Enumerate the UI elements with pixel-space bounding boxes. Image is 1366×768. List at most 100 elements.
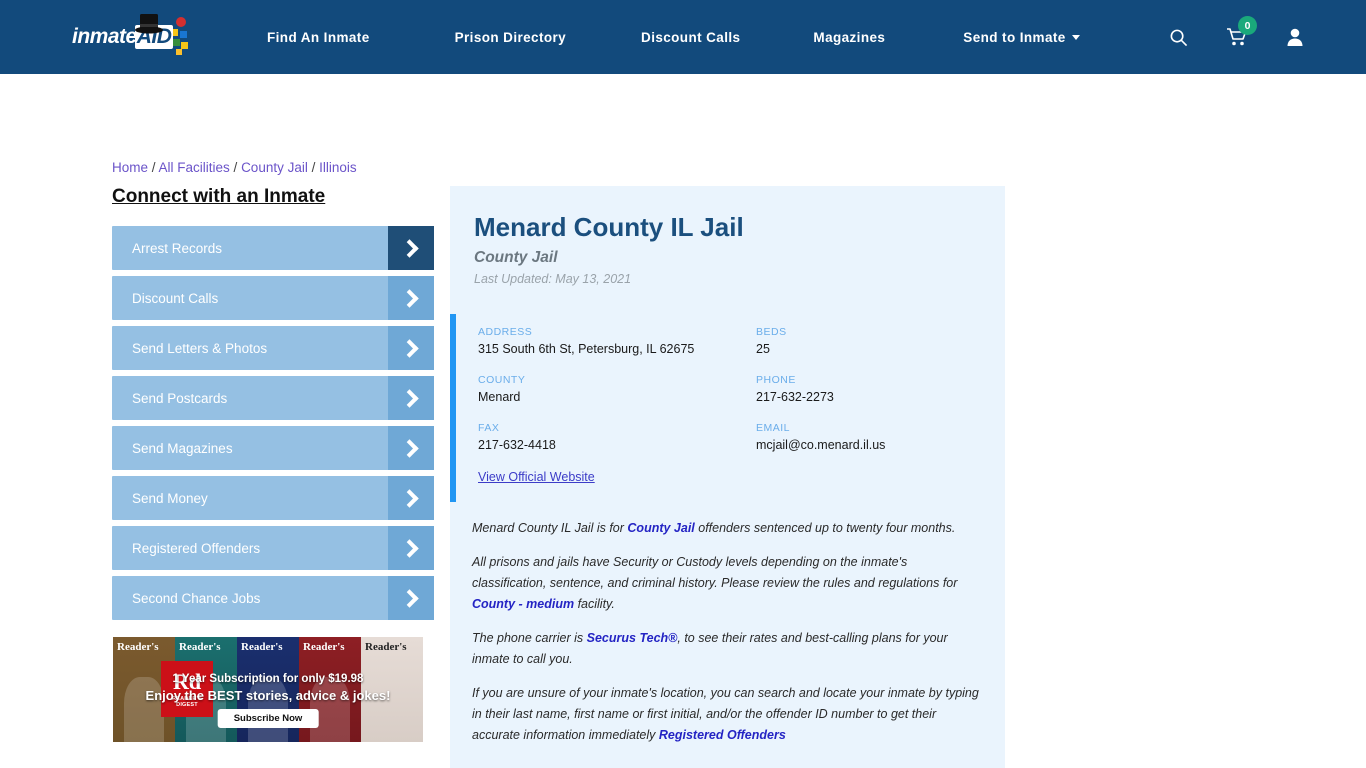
nav-item-prison-directory[interactable]: Prison Directory — [455, 30, 566, 45]
info-value: 217-632-4418 — [478, 438, 556, 452]
site-logo[interactable]: inmateAID — [72, 14, 192, 59]
info-value: mcjail@co.menard.il.us — [756, 438, 886, 452]
link-county-medium[interactable]: County - medium — [472, 597, 574, 611]
search-icon — [1170, 29, 1188, 46]
info-label: PHONE — [756, 374, 796, 386]
chevron-right-icon — [388, 276, 434, 320]
info-value: Menard — [478, 390, 521, 404]
account-button[interactable] — [1286, 27, 1304, 47]
info-field-beds: BEDS 25 — [756, 326, 1005, 356]
sidebar-item-label: Send Postcards — [132, 390, 228, 406]
header-icon-group: 0 — [1169, 0, 1304, 74]
breadcrumb-separator: / — [229, 160, 242, 175]
info-field-phone: PHONE 217-632-2273 — [756, 374, 1005, 404]
description-paragraph-4: If you are unsure of your inmate's locat… — [472, 683, 981, 746]
info-label: COUNTY — [478, 374, 526, 386]
search-button[interactable] — [1169, 28, 1188, 47]
sidebar-heading: Connect with an Inmate — [112, 186, 326, 207]
last-updated: Last Updated: May 13, 2021 — [474, 272, 632, 286]
link-securus-tech[interactable]: Securus Tech® — [587, 631, 678, 645]
nav-item-magazines[interactable]: Magazines — [813, 30, 885, 45]
sidebar-item-send-money[interactable]: Send Money — [112, 476, 434, 520]
main-navigation: Find An Inmate Prison Directory Discount… — [267, 30, 1080, 45]
nav-item-send-to-inmate[interactable]: Send to Inmate — [963, 29, 1080, 45]
breadcrumb-item-all-facilities[interactable]: All Facilities — [159, 160, 230, 175]
info-field-fax: FAX 217-632-4418 — [478, 422, 756, 452]
chevron-right-icon — [388, 576, 434, 620]
nav-item-find-an-inmate[interactable]: Find An Inmate — [267, 30, 370, 45]
main-content: Menard County IL Jail County Jail Last U… — [450, 186, 1005, 768]
ad-masthead: Reader's — [303, 641, 345, 653]
desc-text: Menard County IL Jail is for — [472, 521, 628, 535]
facility-info-block: ADDRESS 315 South 6th St, Petersburg, IL… — [450, 314, 1005, 502]
ad-subscribe-button[interactable]: Subscribe Now — [217, 709, 319, 728]
chevron-right-icon — [388, 426, 434, 470]
sidebar-item-label: Send Magazines — [132, 440, 233, 456]
info-value: 315 South 6th St, Petersburg, IL 62675 — [478, 342, 695, 356]
info-label: FAX — [478, 422, 500, 434]
description-paragraph-1: Menard County IL Jail is for County Jail… — [472, 518, 981, 539]
desc-text: The phone carrier is — [472, 631, 587, 645]
chevron-down-icon — [1071, 35, 1080, 41]
sidebar-item-label: Discount Calls — [132, 290, 219, 306]
sidebar: Connect with an Inmate Arrest Records Di… — [112, 186, 434, 626]
sidebar-item-second-chance-jobs[interactable]: Second Chance Jobs — [112, 576, 434, 620]
sidebar-item-arrest-records[interactable]: Arrest Records — [112, 226, 434, 270]
page-title: Menard County IL Jail — [474, 212, 744, 242]
sidebar-item-send-letters-photos[interactable]: Send Letters & Photos — [112, 326, 434, 370]
sidebar-item-label: Send Letters & Photos — [132, 340, 268, 356]
top-hat-icon — [135, 14, 163, 34]
page-body: Home / All Facilities / County Jail / Il… — [0, 74, 1366, 768]
sidebar-item-registered-offenders[interactable]: Registered Offenders — [112, 526, 434, 570]
site-header: inmateAID Find An Inmate Prison Director… — [0, 0, 1366, 74]
facility-panel: Menard County IL Jail County Jail Last U… — [450, 186, 1005, 768]
breadcrumb-item-county-jail[interactable]: County Jail — [241, 160, 308, 175]
link-county-jail[interactable]: County Jail — [627, 521, 694, 535]
sidebar-item-send-postcards[interactable]: Send Postcards — [112, 376, 434, 420]
ad-masthead: Reader's — [241, 641, 283, 653]
nav-send-to-inmate-label: Send to Inmate — [963, 29, 1066, 45]
chevron-right-icon — [388, 476, 434, 520]
ad-masthead: Reader's — [179, 641, 221, 653]
ad-masthead: Reader's — [117, 641, 159, 653]
description-paragraph-3: The phone carrier is Securus Tech®, to s… — [472, 628, 981, 670]
view-official-website-link[interactable]: View Official Website — [478, 470, 595, 484]
breadcrumb-separator: / — [307, 160, 320, 175]
info-field-email: EMAIL mcjail@co.menard.il.us — [756, 422, 1005, 452]
facility-type: County Jail — [474, 249, 558, 266]
ad-headline-1: 1 Year Subscription for only $19.98 — [172, 673, 364, 685]
ad-masthead: Reader's — [365, 641, 407, 653]
sidebar-item-label: Arrest Records — [132, 240, 223, 256]
info-field-county: COUNTY Menard — [478, 374, 756, 404]
breadcrumb-separator: / — [148, 160, 159, 175]
breadcrumb-item-illinois[interactable]: Illinois — [319, 160, 357, 175]
link-registered-offenders[interactable]: Registered Offenders — [659, 728, 786, 742]
nav-item-discount-calls[interactable]: Discount Calls — [641, 30, 740, 45]
cart-button[interactable]: 0 — [1226, 16, 1257, 47]
chevron-right-icon — [388, 326, 434, 370]
sidebar-item-label: Registered Offenders — [132, 540, 261, 556]
readers-digest-ad-banner[interactable]: Reader's Reader's Reader's Reader's Read… — [113, 637, 423, 742]
info-label: ADDRESS — [478, 326, 533, 338]
desc-text: offenders sentenced up to twenty four mo… — [694, 521, 956, 535]
chevron-right-icon — [388, 526, 434, 570]
breadcrumb-item-home[interactable]: Home — [112, 160, 148, 175]
sidebar-item-label: Send Money — [132, 490, 208, 506]
ad-headline-2: Enjoy the BEST stories, advice & jokes! — [145, 688, 391, 703]
info-value: 25 — [756, 342, 770, 356]
sidebar-item-send-magazines[interactable]: Send Magazines — [112, 426, 434, 470]
breadcrumb: Home / All Facilities / County Jail / Il… — [112, 160, 357, 175]
description-paragraph-2: All prisons and jails have Security or C… — [472, 552, 981, 615]
info-label: BEDS — [756, 326, 787, 338]
chevron-right-icon — [388, 376, 434, 420]
info-label: EMAIL — [756, 422, 791, 434]
desc-text: facility. — [574, 597, 615, 611]
info-field-address: ADDRESS 315 South 6th St, Petersburg, IL… — [478, 326, 756, 356]
info-value: 217-632-2273 — [756, 390, 834, 404]
user-account-icon — [1287, 28, 1303, 46]
chevron-right-icon — [388, 226, 434, 270]
cart-count-badge: 0 — [1238, 16, 1257, 35]
facility-description: Menard County IL Jail is for County Jail… — [450, 502, 1005, 768]
sidebar-item-discount-calls[interactable]: Discount Calls — [112, 276, 434, 320]
desc-text: All prisons and jails have Security or C… — [472, 555, 958, 590]
